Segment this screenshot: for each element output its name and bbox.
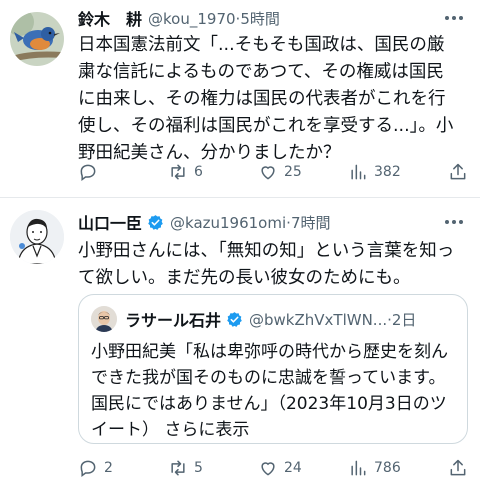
tweet-text: 小野田さんには、「無知の知」という言葉を知って欲しい。まだ先の長い彼女のためにも… [78, 241, 455, 288]
view-count: 382 [374, 164, 401, 180]
tweet-1[interactable]: 鈴木 耕 @kou_1970·5時間 日本国憲法前文「...そもそも国政は、国民… [0, 0, 480, 198]
view-count: 786 [374, 460, 401, 476]
tweet-text: 日本国憲法前文「...そもそも国政は、国民の厳粛な信託によるものであつて、その権… [78, 35, 454, 163]
share-button[interactable] [448, 162, 468, 182]
quoted-avatar[interactable] [91, 306, 117, 332]
more-icon[interactable] [442, 212, 466, 232]
reply-icon [80, 164, 96, 181]
handle[interactable]: @kazu1961omi·7時間 [170, 212, 330, 233]
quoted-tweet[interactable]: ラサール石井 @bwkZhVxTlWN...·2日 小野田紀美「私は卑弥呼の時代… [78, 294, 468, 444]
views-icon [351, 164, 366, 180]
views-button[interactable]: 786 [348, 458, 438, 478]
tweet-header: 山口一臣 @kazu1961omi·7時間 [78, 210, 330, 234]
like-button[interactable]: 25 [258, 162, 348, 182]
tweet-actions: 2 5 24 786 [78, 456, 468, 480]
views-button[interactable]: 382 [348, 162, 438, 182]
share-icon [450, 459, 466, 476]
share-button[interactable] [448, 458, 468, 478]
reply-button[interactable]: 2 [78, 458, 168, 478]
portrait-avatar-image [91, 306, 117, 332]
tweet-2[interactable]: 山口一臣 @kazu1961omi·7時間 小野田さんには、「無知の知」という言… [0, 198, 480, 492]
bird-avatar-image [10, 12, 64, 66]
like-icon [261, 462, 275, 476]
illustrated-face-avatar-image [10, 210, 64, 264]
retweet-icon [171, 460, 185, 476]
reply-count: 2 [104, 460, 113, 476]
handle[interactable]: @kou_1970·5時間 [148, 8, 280, 29]
views-icon [351, 460, 366, 476]
quoted-display-name[interactable]: ラサール石井 [125, 307, 221, 331]
retweet-button[interactable]: 5 [168, 458, 258, 478]
retweet-button[interactable]: 6 [168, 162, 258, 182]
reply-button[interactable] [78, 162, 168, 182]
like-count: 24 [284, 460, 302, 476]
reply-icon [80, 460, 96, 477]
display-name[interactable]: 山口一臣 [78, 210, 142, 234]
display-name[interactable]: 鈴木 耕 [78, 6, 142, 30]
retweet-count: 6 [194, 164, 203, 180]
avatar[interactable] [10, 210, 64, 264]
tweet-header: 鈴木 耕 @kou_1970·5時間 [78, 6, 280, 30]
quoted-handle[interactable]: @bwkZhVxTlWN...·2日 [249, 309, 416, 330]
tweet-actions: 6 25 382 [78, 160, 468, 184]
verified-icon [148, 214, 163, 230]
verified-icon [227, 311, 242, 327]
like-icon [261, 166, 275, 180]
share-icon [450, 163, 466, 180]
quoted-header: ラサール石井 @bwkZhVxTlWN...·2日 [125, 306, 457, 332]
retweet-count: 5 [194, 460, 203, 476]
quoted-text: 小野田紀美「私は卑弥呼の時代から歴史を刻んできた我が国そのものに忠誠を誓っていま… [91, 342, 448, 440]
avatar[interactable] [10, 12, 64, 66]
like-count: 25 [284, 164, 302, 180]
retweet-icon [171, 164, 185, 180]
like-button[interactable]: 24 [258, 458, 348, 478]
more-icon[interactable] [442, 8, 466, 28]
